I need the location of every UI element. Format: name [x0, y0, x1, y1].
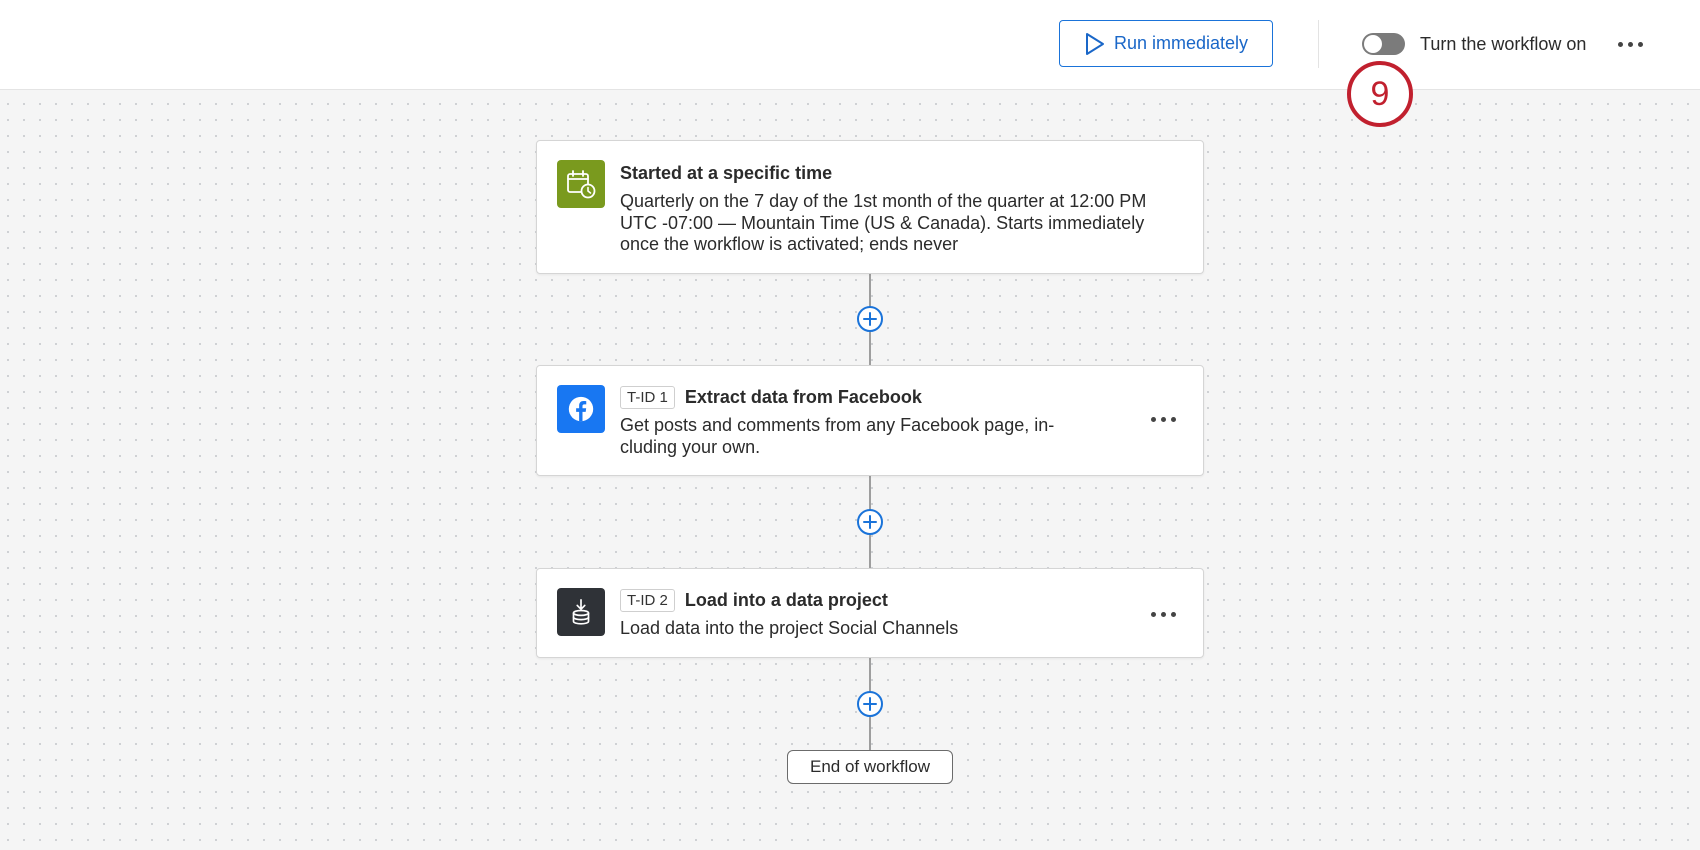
top-bar: Run immediately Turn the workflow on [0, 0, 1700, 90]
add-step-button[interactable] [857, 509, 883, 535]
database-load-icon [557, 588, 605, 636]
task-description: Load data into the project Social Channe… [620, 618, 1100, 640]
task-card-facebook[interactable]: T-ID 1 Extract data from Facebook Get pos… [536, 365, 1204, 476]
add-step-button[interactable] [857, 306, 883, 332]
task-more-options-button[interactable] [1145, 404, 1181, 434]
more-horizontal-icon [1150, 416, 1176, 422]
task-description-line: Load data into the project Social Channe… [620, 618, 959, 638]
task-card-load-data-project[interactable]: T-ID 2 Load into a data project Load data… [536, 568, 1204, 658]
task-title: Load into a data project [684, 590, 888, 610]
task-description: Get posts and comments from any Facebook… [620, 415, 1100, 458]
calendar-clock-icon [557, 160, 605, 208]
toggle-knob [1364, 35, 1382, 53]
header-more-options-button[interactable] [1612, 28, 1648, 60]
play-icon [1085, 32, 1104, 55]
plus-icon [863, 312, 877, 326]
step-callout-badge: 9 [1347, 61, 1413, 127]
plus-icon [863, 697, 877, 711]
trigger-description-line: once the workflow is activated; ends nev… [620, 234, 959, 254]
trigger-description: Quarterly on the 7 day of the 1st month … [620, 191, 1190, 256]
run-immediately-label: Run immediately [1113, 33, 1249, 53]
trigger-description-line: UTC -07:00 — Mountain Time (US & Canada)… [620, 212, 1145, 233]
workflow-toggle-label: Turn the workflow on [1420, 34, 1587, 54]
trigger-card[interactable]: Started at a specific time Quarterly on … [536, 140, 1204, 274]
more-horizontal-icon [1150, 611, 1176, 617]
task-description-line: cluding your own. [620, 436, 761, 457]
add-step-button[interactable] [857, 691, 883, 717]
plus-icon [863, 515, 877, 529]
trigger-description-line: Quarterly on the 7 day of the 1st month … [620, 191, 1147, 211]
facebook-icon [557, 385, 605, 433]
task-description-line: Get posts and comments from any Facebook… [620, 415, 1055, 435]
trigger-title: Started at a specific time [620, 163, 833, 183]
task-id-tag: T-ID 2 [620, 589, 675, 612]
task-more-options-button[interactable] [1145, 599, 1181, 629]
run-immediately-button[interactable]: Run immediately [1059, 20, 1273, 67]
more-horizontal-icon [1617, 41, 1643, 47]
task-title: Extract data from Facebook [684, 387, 922, 407]
end-of-workflow-label: End of workflow [787, 750, 953, 784]
task-id-tag: T-ID 1 [620, 386, 675, 409]
header-divider [1318, 20, 1319, 68]
workflow-toggle[interactable] [1362, 33, 1405, 55]
